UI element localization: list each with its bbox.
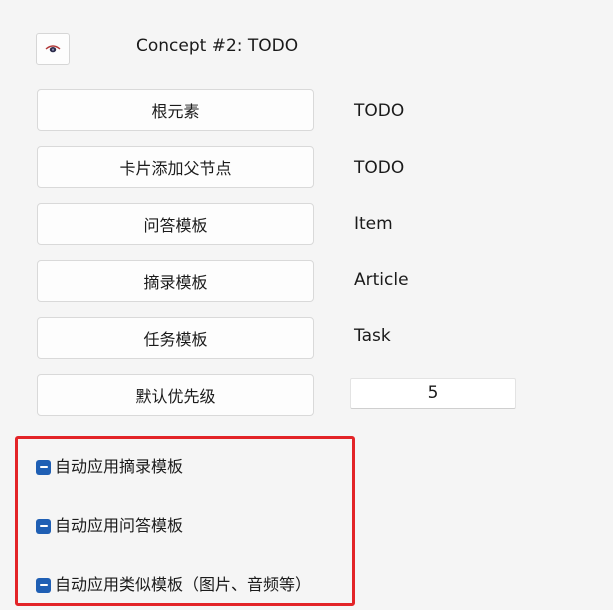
checkbox-label: 自动应用类似模板（图片、音频等） [55, 575, 312, 594]
checkbox-label: 自动应用摘录模板 [55, 457, 184, 476]
default-priority-button[interactable]: 默认优先级 [37, 374, 314, 416]
auto-apply-qa-checkbox[interactable]: 自动应用问答模板 [36, 515, 183, 537]
auto-apply-excerpt-checkbox[interactable]: 自动应用摘录模板 [36, 456, 183, 478]
card-parent-node-button[interactable]: 卡片添加父节点 [37, 146, 314, 188]
task-template-button[interactable]: 任务模板 [37, 317, 314, 359]
excerpt-template-button[interactable]: 摘录模板 [37, 260, 314, 302]
root-element-value: TODO [354, 101, 405, 121]
qa-template-button[interactable]: 问答模板 [37, 203, 314, 245]
concept-settings-panel: Concept #2: TODO 根元素 TODO 卡片添加父节点 TODO 问… [0, 0, 613, 610]
checkbox-label: 自动应用问答模板 [55, 516, 184, 535]
default-priority-input[interactable]: 5 [350, 378, 516, 409]
root-element-button[interactable]: 根元素 [37, 89, 314, 131]
excerpt-template-value: Article [354, 270, 409, 290]
eye-icon [45, 45, 61, 53]
toggle-visibility-button[interactable] [36, 33, 70, 65]
qa-template-value: Item [354, 214, 393, 234]
checkbox-indeterminate-icon[interactable] [36, 518, 51, 534]
checkbox-indeterminate-icon[interactable] [36, 459, 51, 475]
checkbox-indeterminate-icon[interactable] [36, 577, 51, 593]
auto-apply-similar-checkbox[interactable]: 自动应用类似模板（图片、音频等） [36, 574, 311, 596]
concept-title: Concept #2: TODO [136, 36, 299, 56]
task-template-value: Task [354, 326, 391, 346]
card-parent-node-value: TODO [354, 158, 405, 178]
